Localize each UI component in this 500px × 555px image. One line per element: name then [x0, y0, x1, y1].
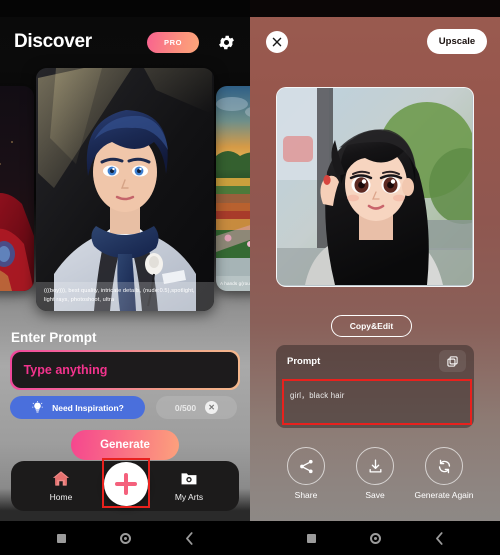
- char-count-label: 0/500: [174, 402, 197, 413]
- save-action[interactable]: Save: [345, 447, 405, 501]
- gear-icon: [219, 35, 234, 49]
- chevron-back-icon[interactable]: [185, 531, 194, 545]
- left-status-bar: [0, 0, 250, 17]
- home-icon: [52, 471, 70, 486]
- close-button[interactable]: [266, 31, 288, 53]
- discover-carousel[interactable]: A hands g(round: [0, 68, 250, 311]
- save-label: Save: [365, 490, 385, 500]
- refresh-icon: [438, 459, 450, 473]
- main-card-art: [36, 68, 214, 311]
- result-screen: Upscale Copy&Edit Prompt girl，black hair…: [250, 0, 500, 555]
- tab-home[interactable]: Home: [33, 469, 89, 502]
- close-x-icon: [272, 37, 282, 47]
- square-recents-icon[interactable]: [56, 533, 66, 543]
- chevron-back-icon[interactable]: [435, 531, 444, 545]
- copy-prompt-button[interactable]: [439, 350, 466, 372]
- copy-edit-button[interactable]: Copy&Edit: [331, 315, 412, 337]
- share-button[interactable]: [287, 447, 325, 485]
- folder-camera-icon: [181, 473, 197, 485]
- prompt-card-header: Prompt: [276, 345, 474, 377]
- share-icon: [299, 459, 313, 473]
- tab-my-arts[interactable]: My Arts: [161, 469, 217, 502]
- upscale-button-label: Upscale: [438, 36, 476, 47]
- dual-screenshot: A hands g(round: [0, 0, 500, 555]
- carousel-card-right[interactable]: A hands g(round: [216, 86, 250, 291]
- generate-button-label: Generate: [100, 439, 150, 451]
- circle-home-icon[interactable]: [369, 532, 381, 544]
- discover-header: Discover PRO: [0, 22, 250, 62]
- left-card-art: [0, 86, 34, 291]
- enter-prompt-label: Enter Prompt: [11, 330, 97, 345]
- prompt-result-text-area[interactable]: girl，black hair: [284, 379, 466, 423]
- save-button[interactable]: [356, 447, 394, 485]
- generate-again-action[interactable]: Generate Again: [414, 447, 474, 501]
- upscale-button[interactable]: Upscale: [427, 29, 487, 54]
- pro-badge-label: PRO: [163, 37, 183, 47]
- generate-again-label: Generate Again: [414, 490, 474, 500]
- right-card-caption: A hands g(round: [216, 275, 250, 291]
- tab-home-label: Home: [49, 492, 73, 502]
- tab-my-arts-label: My Arts: [174, 492, 204, 502]
- lightbulb-icon: [32, 401, 44, 413]
- need-inspiration-label: Need Inspiration?: [52, 402, 124, 413]
- prompt-input-container[interactable]: Type anything: [10, 350, 240, 390]
- prompt-input-placeholder: Type anything: [23, 363, 108, 377]
- prompt-result-text: girl，black hair: [290, 391, 345, 400]
- download-icon: [369, 458, 381, 473]
- carousel-card-left[interactable]: [0, 86, 34, 291]
- prompt-input-inner[interactable]: Type anything: [11, 351, 239, 389]
- result-image[interactable]: [276, 87, 474, 287]
- prompt-card-title: Prompt: [287, 355, 321, 367]
- settings-button[interactable]: [217, 33, 236, 52]
- discover-screen: A hands g(round: [0, 0, 250, 555]
- result-image-art: [277, 88, 473, 285]
- share-action[interactable]: Share: [276, 447, 336, 501]
- page-title: Discover: [14, 31, 92, 52]
- copy-edit-label: Copy&Edit: [349, 321, 394, 331]
- square-recents-icon[interactable]: [306, 533, 316, 543]
- generate-button[interactable]: Generate: [71, 430, 179, 460]
- prompt-result-card: Prompt girl，black hair: [276, 345, 474, 428]
- need-inspiration-button[interactable]: Need Inspiration?: [10, 396, 145, 419]
- copy-icon: [447, 355, 458, 367]
- main-card-caption: (((boy))), best quality, intricate detai…: [36, 282, 214, 311]
- result-actions: Share Save Generate Again: [276, 447, 474, 501]
- generate-again-button[interactable]: [425, 447, 463, 485]
- plus-icon: [115, 473, 137, 495]
- prompt-helper-row: Need Inspiration? 0/500 ✕: [10, 396, 240, 419]
- share-label: Share: [294, 490, 318, 500]
- char-count-pill: 0/500 ✕: [156, 396, 237, 419]
- clear-prompt-button[interactable]: ✕: [205, 401, 219, 414]
- carousel-card-main[interactable]: (((boy))), best quality, intricate detai…: [36, 68, 214, 311]
- pro-badge-button[interactable]: PRO: [147, 31, 199, 53]
- right-status-bar: [250, 0, 500, 17]
- right-card-art: [216, 86, 250, 291]
- create-fab-button[interactable]: [104, 462, 148, 506]
- circle-home-icon[interactable]: [119, 532, 131, 544]
- right-system-navbar: [250, 521, 500, 555]
- left-system-navbar: [0, 521, 250, 555]
